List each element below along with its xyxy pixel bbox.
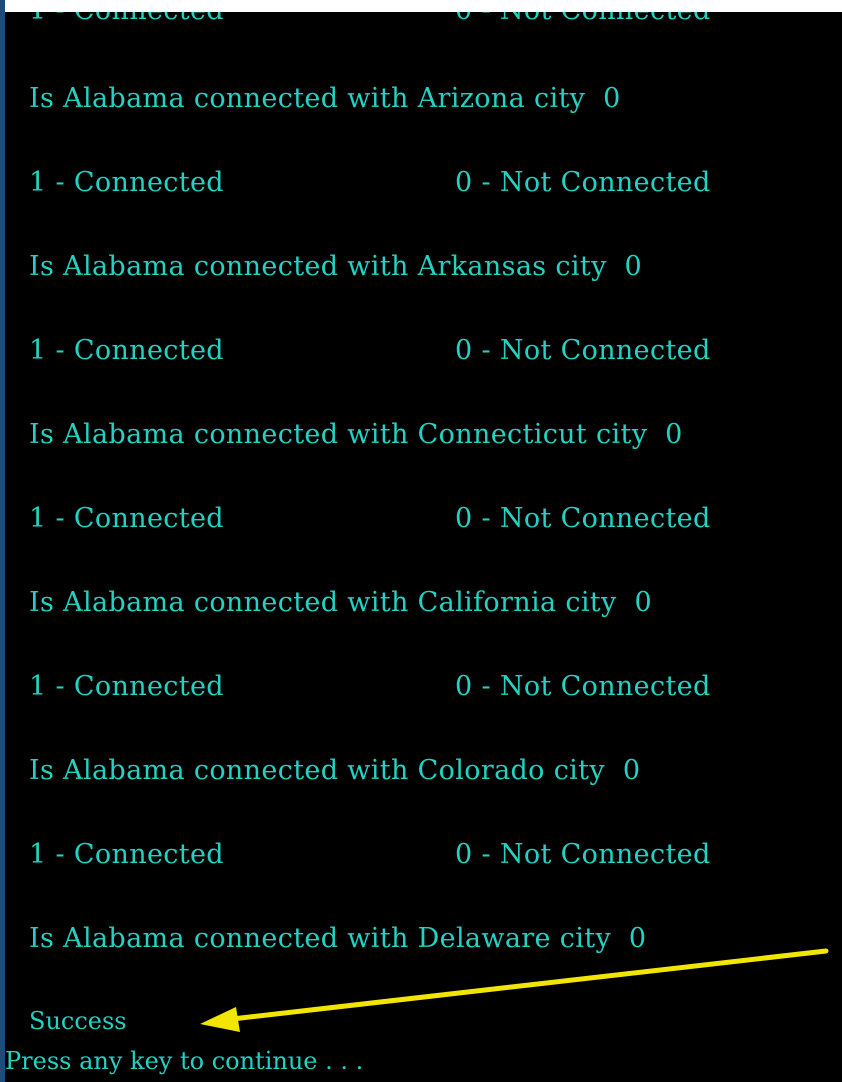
- console-line-clipped-left: 1 - Connected: [29, 12, 224, 26]
- console-option-left: 1 - Connected: [29, 671, 224, 702]
- press-any-key-prompt: Press any key to continue . . .: [5, 1047, 364, 1075]
- console-option-left: 1 - Connected: [29, 167, 224, 198]
- console-option-right: 0 - Not Connected: [455, 839, 711, 870]
- console-line-clipped-right: 0 - Not Connected: [455, 12, 711, 26]
- console-question-line: Is Alabama connected with Arizona city 0: [29, 83, 621, 114]
- console-option-left: 1 - Connected: [29, 839, 224, 870]
- console-output: 1 - Connected 0 - Not Connected Is Alaba…: [5, 12, 842, 1082]
- window-top-edge: [0, 0, 842, 12]
- console-question-line: Is Alabama connected with Colorado city …: [29, 755, 641, 786]
- console-option-right: 0 - Not Connected: [455, 167, 711, 198]
- console-option-left: 1 - Connected: [29, 335, 224, 366]
- console-question-line: Is Alabama connected with Delaware city …: [29, 923, 647, 954]
- console-option-right: 0 - Not Connected: [455, 671, 711, 702]
- console-option-left: 1 - Connected: [29, 503, 224, 534]
- console-question-line: Is Alabama connected with California cit…: [29, 587, 653, 618]
- console-option-right: 0 - Not Connected: [455, 335, 711, 366]
- console-question-line: Is Alabama connected with Connecticut ci…: [29, 419, 683, 450]
- console-question-line: Is Alabama connected with Arkansas city …: [29, 251, 643, 282]
- success-message: Success: [29, 1007, 127, 1035]
- console-option-right: 0 - Not Connected: [455, 503, 711, 534]
